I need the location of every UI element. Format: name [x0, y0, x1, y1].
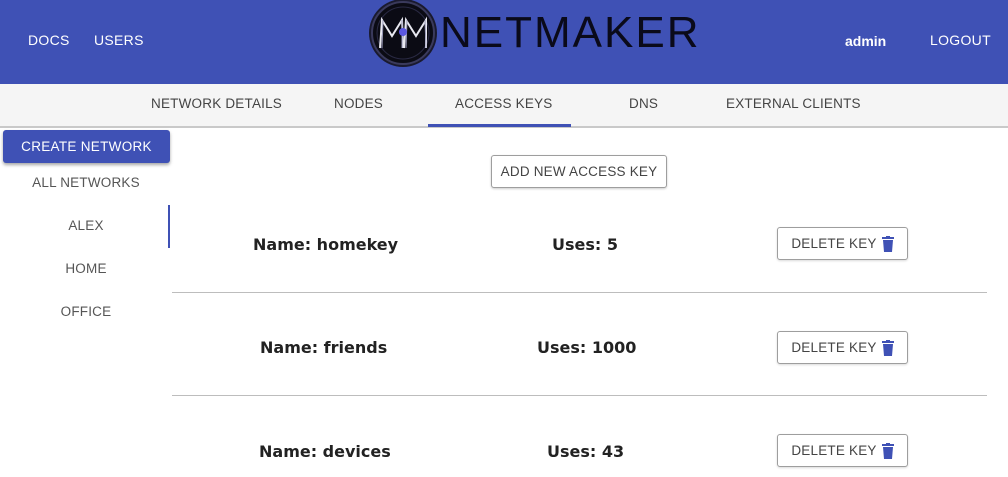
current-user: admin: [845, 33, 887, 49]
row-divider: [172, 395, 987, 396]
delete-key-label: DELETE KEY: [791, 236, 877, 251]
delete-key-label: DELETE KEY: [791, 340, 877, 355]
sidebar-item-all-networks[interactable]: ALL NETWORKS: [0, 175, 172, 190]
tab-network-details[interactable]: NETWORK DETAILS: [151, 96, 282, 111]
logout-link[interactable]: LOGOUT: [930, 32, 991, 48]
trash-icon: [881, 235, 894, 252]
active-tab-indicator: [428, 124, 571, 127]
create-network-button[interactable]: CREATE NETWORK: [3, 130, 170, 163]
trash-icon: [881, 339, 894, 356]
logo-mark-icon: [369, 0, 437, 67]
delete-key-label: DELETE KEY: [791, 443, 877, 458]
network-tabs: NETWORK DETAILS NODES ACCESS KEYS DNS EX…: [0, 84, 1008, 128]
add-access-key-button[interactable]: ADD NEW ACCESS KEY: [491, 155, 667, 188]
key-name: Name: devices: [259, 442, 391, 461]
logo-text: NETMAKER: [440, 8, 701, 57]
tab-external-clients[interactable]: EXTERNAL CLIENTS: [726, 96, 861, 111]
row-divider: [172, 292, 987, 293]
key-uses: Uses: 43: [547, 442, 625, 461]
netmaker-logo[interactable]: NETMAKER: [368, 0, 698, 70]
sidebar-item-home[interactable]: HOME: [0, 261, 172, 276]
delete-key-button[interactable]: DELETE KEY: [777, 434, 908, 467]
tab-nodes[interactable]: NODES: [334, 96, 383, 111]
tab-dns[interactable]: DNS: [629, 96, 658, 111]
docs-link[interactable]: DOCS: [28, 32, 70, 48]
key-uses: Uses: 5: [552, 235, 618, 254]
key-name: Name: friends: [260, 338, 388, 357]
app-header: DOCS USERS NETMAKER admin LOGOUT: [0, 0, 1008, 84]
trash-icon: [881, 442, 894, 459]
sidebar-item-alex[interactable]: ALEX: [0, 218, 172, 233]
delete-key-button[interactable]: DELETE KEY: [777, 331, 908, 364]
delete-key-button[interactable]: DELETE KEY: [777, 227, 908, 260]
users-link[interactable]: USERS: [94, 32, 144, 48]
tab-access-keys[interactable]: ACCESS KEYS: [455, 96, 553, 111]
sidebar-active-indicator: [168, 205, 170, 248]
key-uses: Uses: 1000: [537, 338, 637, 357]
sidebar-item-office[interactable]: OFFICE: [0, 304, 172, 319]
key-name: Name: homekey: [253, 235, 399, 254]
